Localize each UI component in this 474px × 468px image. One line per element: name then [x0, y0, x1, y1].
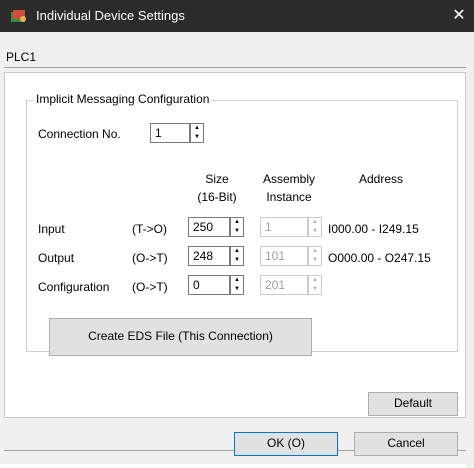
configuration-instance-input: 201 [260, 275, 308, 295]
default-button[interactable]: Default [368, 392, 458, 416]
create-eds-file-button[interactable]: Create EDS File (This Connection) [49, 318, 312, 356]
device-tab-label[interactable]: PLC1 [6, 50, 36, 64]
spin-down-icon[interactable]: ▼ [231, 256, 243, 265]
output-size-input[interactable]: 248 [188, 246, 230, 266]
input-instance-input: 1 [260, 217, 308, 237]
size-header: Size [205, 172, 229, 186]
output-size-spinner[interactable]: ▲ ▼ [230, 246, 244, 266]
input-size-spinner[interactable]: ▲ ▼ [230, 217, 244, 237]
configuration-size-input[interactable]: 0 [188, 275, 230, 295]
app-settings-icon [11, 10, 26, 22]
connection-number-input[interactable]: 1 [150, 123, 190, 143]
device-tab-header: PLC1 [0, 32, 470, 68]
ok-button[interactable]: OK (O) [234, 432, 338, 456]
spin-up-icon: ▲ [312, 277, 318, 283]
title-bar: Individual Device Settings ✕ [0, 0, 474, 32]
close-icon[interactable]: ✕ [444, 0, 474, 32]
spin-up-icon[interactable]: ▲ [231, 218, 243, 227]
spin-down-icon: ▼ [312, 228, 318, 234]
spin-up-icon[interactable]: ▲ [231, 276, 243, 285]
input-row-direction: (T->O) [132, 222, 167, 236]
spin-down-icon[interactable]: ▼ [231, 285, 243, 294]
input-instance-spinner: ▲ ▼ [308, 217, 322, 237]
configuration-row-label: Configuration [38, 280, 110, 294]
cancel-button[interactable]: Cancel [354, 432, 458, 456]
spin-down-icon[interactable]: ▼ [191, 133, 203, 142]
spin-up-icon: ▲ [312, 248, 318, 254]
output-row-direction: (O->T) [132, 251, 168, 265]
connection-number-label: Connection No. [38, 127, 121, 141]
configuration-row-direction: (O->T) [132, 280, 168, 294]
size-unit-header: (16-Bit) [197, 190, 237, 204]
configuration-size-spinner[interactable]: ▲ ▼ [230, 275, 244, 295]
input-row-label: Input [38, 222, 65, 236]
output-row-label: Output [38, 251, 75, 265]
spin-down-icon: ▼ [312, 286, 318, 292]
address-header: Address [358, 172, 404, 186]
group-title: Implicit Messaging Configuration [34, 92, 212, 106]
divider [4, 67, 466, 68]
instance-header: Instance [266, 190, 312, 204]
connection-number-spinner[interactable]: ▲ ▼ [190, 123, 204, 143]
spin-up-icon[interactable]: ▲ [231, 247, 243, 256]
spin-down-icon: ▼ [312, 257, 318, 263]
spin-down-icon[interactable]: ▼ [231, 227, 243, 236]
input-address: I000.00 - I249.15 [328, 222, 419, 236]
spin-up-icon: ▲ [312, 219, 318, 225]
output-instance-input: 101 [260, 246, 308, 266]
output-address: O000.00 - O247.15 [328, 251, 431, 265]
input-size-input[interactable]: 250 [188, 217, 230, 237]
spin-up-icon[interactable]: ▲ [191, 124, 203, 133]
right-edge [466, 32, 474, 468]
configuration-instance-spinner: ▲ ▼ [308, 275, 322, 295]
assembly-header: Assembly [262, 172, 315, 186]
output-instance-spinner: ▲ ▼ [308, 246, 322, 266]
window-title: Individual Device Settings [36, 8, 185, 23]
